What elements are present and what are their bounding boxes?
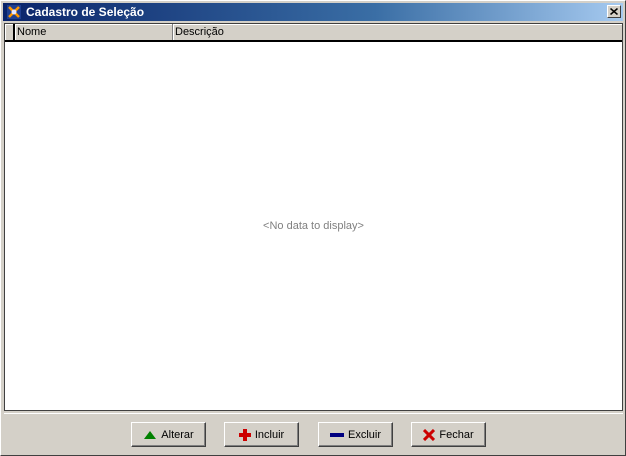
plus-icon <box>238 428 251 441</box>
app-logo-icon <box>6 4 22 20</box>
excluir-button[interactable]: Excluir <box>318 422 393 447</box>
close-icon <box>610 8 618 15</box>
x-icon <box>423 428 436 441</box>
alterar-button[interactable]: Alterar <box>131 422 206 447</box>
row-indicator-header[interactable] <box>5 24 15 40</box>
empty-grid-message: <No data to display> <box>263 220 364 232</box>
title-bar[interactable]: Cadastro de Seleção <box>3 3 623 21</box>
incluir-button[interactable]: Incluir <box>224 422 299 447</box>
data-grid[interactable]: Nome Descrição <No data to display> <box>4 23 623 411</box>
incluir-button-label: Incluir <box>254 428 285 441</box>
window-title: Cadastro de Seleção <box>26 5 145 19</box>
alterar-button-label: Alterar <box>161 428 194 441</box>
column-header-nome[interactable]: Nome <box>15 24 173 40</box>
column-header-descricao[interactable]: Descrição <box>173 24 622 40</box>
excluir-button-label: Excluir <box>347 428 381 441</box>
close-button[interactable] <box>607 5 621 18</box>
fechar-button-label: Fechar <box>439 428 474 441</box>
button-bar: Alterar Incluir Excluir Fechar <box>4 413 623 454</box>
dialog-window: Cadastro de Seleção Nome Descrição <No d… <box>0 0 626 456</box>
grid-header: Nome Descrição <box>5 24 622 42</box>
fechar-button[interactable]: Fechar <box>411 422 486 447</box>
triangle-up-icon <box>143 430 157 440</box>
minus-icon <box>329 432 344 438</box>
